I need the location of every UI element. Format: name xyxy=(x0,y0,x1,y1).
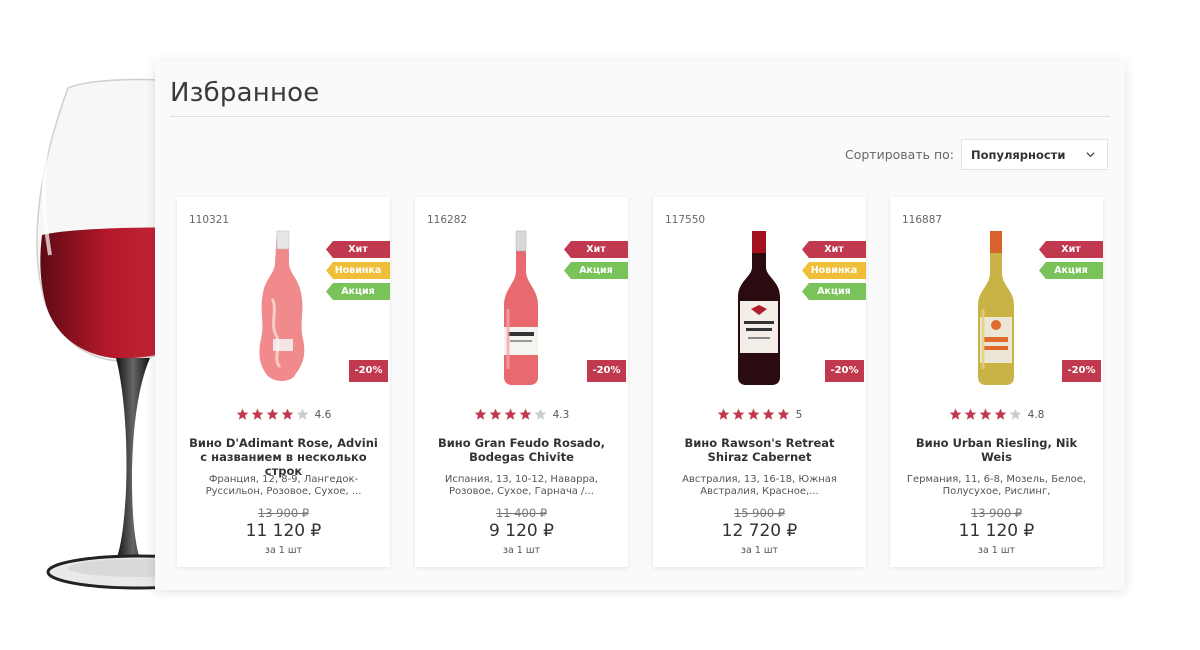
badge-sale: Акция xyxy=(802,283,866,300)
price: 9 120 ₽ xyxy=(489,521,554,541)
product-image[interactable] xyxy=(480,229,562,389)
badge-hit: Хит xyxy=(564,241,628,258)
discount-badge: -20% xyxy=(825,360,864,382)
rating: 5 xyxy=(653,408,866,421)
badge-list: Хит Акция xyxy=(562,241,628,283)
badge-sale: Акция xyxy=(326,283,390,300)
star-icon xyxy=(474,408,486,420)
badge-list: Хит Новинка Акция xyxy=(800,241,866,304)
price: 11 120 ₽ xyxy=(245,521,322,541)
product-sku: 110321 xyxy=(189,214,230,226)
old-price: 15 900 ₽ xyxy=(733,506,786,520)
badge-sale: Акция xyxy=(564,262,628,279)
sort-label: Сортировать по: xyxy=(845,147,954,162)
discount-badge: -20% xyxy=(1062,360,1101,382)
price-unit: за 1 шт xyxy=(264,545,303,556)
badge-hit: Хит xyxy=(326,241,390,258)
rating-value: 4.8 xyxy=(1027,408,1045,421)
sort-selected-value: Популярности xyxy=(971,148,1066,162)
page-title: Избранное xyxy=(170,78,320,108)
star-icon xyxy=(994,408,1006,420)
old-price: 13 900 ₽ xyxy=(257,506,310,520)
badge-sale: Акция xyxy=(1039,262,1103,279)
badge-new: Новинка xyxy=(802,262,866,279)
price-unit: за 1 шт xyxy=(740,545,779,556)
product-card[interactable]: 116282 Хит Акция -20% 4.3 Вино Gran Feud… xyxy=(415,197,628,567)
discount-badge: -20% xyxy=(587,360,626,382)
product-description: Германия, 11, 6-8, Мозель, Белое, Полусу… xyxy=(906,474,1087,497)
star-icon xyxy=(489,408,501,420)
price: 11 120 ₽ xyxy=(958,521,1035,541)
star-icon xyxy=(519,408,531,420)
price: 12 720 ₽ xyxy=(721,521,798,541)
star-icon xyxy=(236,408,248,420)
star-icon xyxy=(504,408,516,420)
product-description: Испания, 13, 10-12, Наварра, Розовое, Су… xyxy=(444,474,599,497)
rose-bottle-icon xyxy=(504,230,538,385)
product-sku: 116887 xyxy=(902,214,943,226)
rose-bottle-icon xyxy=(259,230,305,381)
rating-value: 5 xyxy=(795,408,803,421)
product-description: Австралия, 13, 16-18, Южная Австралия, К… xyxy=(682,474,837,497)
star-icon xyxy=(732,408,745,420)
product-image[interactable] xyxy=(718,229,800,389)
red-bottle-icon xyxy=(738,231,780,385)
old-price: 11 400 ₽ xyxy=(495,506,548,520)
rating: 4.6 xyxy=(177,408,390,421)
chevron-down-icon xyxy=(1086,152,1095,158)
product-sku: 116282 xyxy=(427,214,468,226)
product-name[interactable]: Вино D'Adimant Rose, Advini с названием … xyxy=(187,436,380,478)
star-icon xyxy=(251,408,263,420)
star-icon xyxy=(777,408,790,420)
product-card[interactable]: 110321 Хит Новинка Акция -20% 4.6 Вино D… xyxy=(177,197,390,567)
title-divider xyxy=(170,116,1110,117)
product-description: Франция, 12, 8-9, Лангедок-Руссильон, Ро… xyxy=(205,474,362,497)
star-icon xyxy=(949,408,961,420)
product-name[interactable]: Вино Urban Riesling, Nik Weis xyxy=(900,436,1093,464)
rating-value: 4.6 xyxy=(314,408,332,421)
product-name[interactable]: Вино Gran Feudo Rosado, Bodegas Chivite xyxy=(425,436,618,464)
star-icon xyxy=(717,408,730,420)
badge-list: Хит Новинка Акция xyxy=(324,241,390,304)
star-icon xyxy=(281,408,293,420)
rating: 4.3 xyxy=(415,408,628,421)
star-icon xyxy=(266,408,278,420)
old-price: 13 900 ₽ xyxy=(970,506,1023,520)
white-bottle-icon xyxy=(978,231,1014,385)
star-icon xyxy=(747,408,760,420)
favorites-panel: Избранное Сортировать по: Популярности 1… xyxy=(155,60,1125,590)
badge-hit: Хит xyxy=(1039,241,1103,258)
product-card[interactable]: 117550 Хит Новинка Акция -20% 5 Вино Raw… xyxy=(653,197,866,567)
star-icon xyxy=(296,408,308,420)
product-sku: 117550 xyxy=(665,214,706,226)
badge-hit: Хит xyxy=(802,241,866,258)
price-unit: за 1 шт xyxy=(502,545,541,556)
star-icon xyxy=(964,408,976,420)
rating: 4.8 xyxy=(890,408,1103,421)
product-image[interactable] xyxy=(242,229,324,389)
price-unit: за 1 шт xyxy=(977,545,1016,556)
star-icon xyxy=(979,408,991,420)
discount-badge: -20% xyxy=(349,360,388,382)
badge-list: Хит Акция xyxy=(1037,241,1103,283)
badge-new: Новинка xyxy=(326,262,390,279)
product-name[interactable]: Вино Rawson's Retreat Shiraz Cabernet xyxy=(663,436,856,464)
sort-select[interactable]: Популярности xyxy=(961,139,1108,170)
product-card[interactable]: 116887 Хит Акция -20% 4.8 Вино Urban Rie… xyxy=(890,197,1103,567)
star-icon xyxy=(762,408,775,420)
star-icon xyxy=(534,408,546,420)
rating-value: 4.3 xyxy=(552,408,570,421)
product-image[interactable] xyxy=(955,229,1037,389)
star-icon xyxy=(1009,408,1021,420)
